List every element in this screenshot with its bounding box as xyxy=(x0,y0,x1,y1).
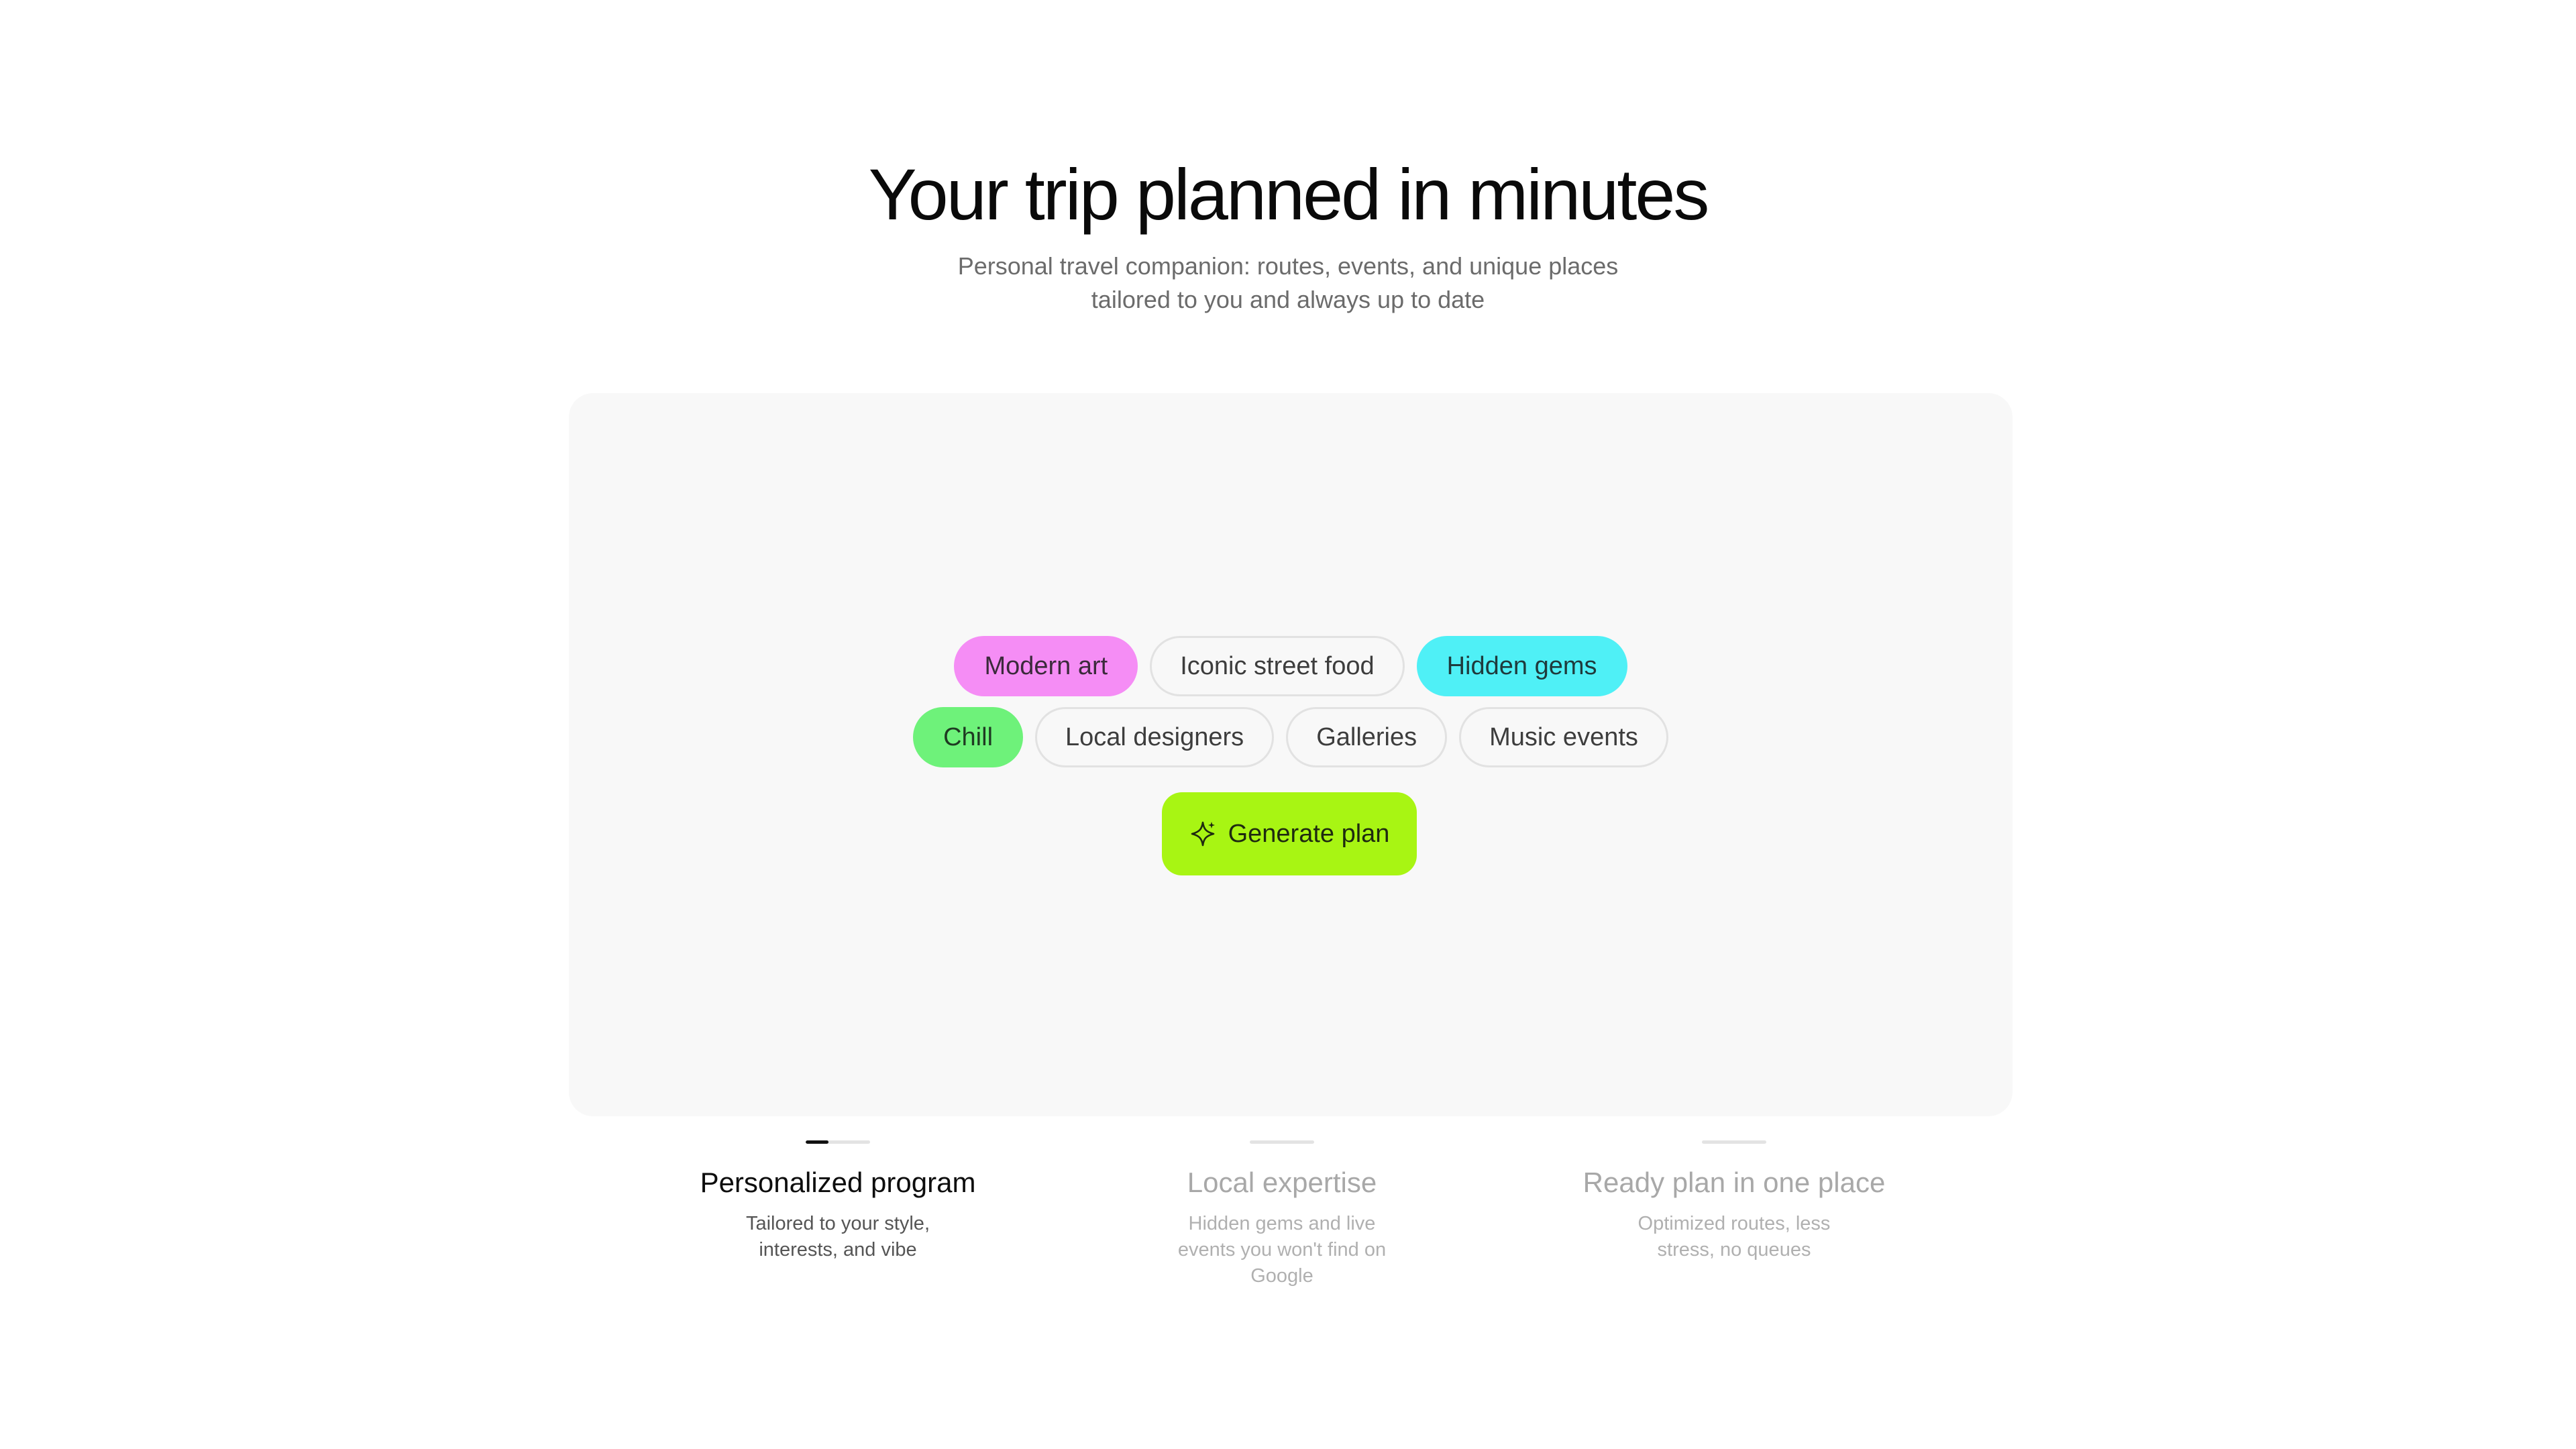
tag-local-designers[interactable]: Local designers xyxy=(1035,707,1275,767)
feature-title: Ready plan in one place xyxy=(1582,1167,1886,1198)
feature-carousel: Personalized program Tailored to your st… xyxy=(0,1140,2576,1315)
tag-iconic-street-food[interactable]: Iconic street food xyxy=(1150,636,1405,696)
feature-progress-bar xyxy=(1250,1140,1314,1144)
generate-plan-label: Generate plan xyxy=(1228,819,1390,848)
feature-progress-fill xyxy=(806,1140,828,1144)
feature-description: Tailored to your style, interests, and v… xyxy=(745,1213,930,1260)
interest-picker-panel: Modern art Iconic street food Hidden gem… xyxy=(569,393,2012,1116)
feature-title: Local expertise xyxy=(1187,1167,1377,1198)
feature-progress-bar xyxy=(806,1140,870,1144)
tag-galleries[interactable]: Galleries xyxy=(1286,707,1448,767)
feature-description: Hidden gems and live events you won't fi… xyxy=(1177,1213,1387,1287)
sparkle-icon xyxy=(1189,820,1216,847)
feature-personalized-program[interactable]: Personalized program Tailored to your st… xyxy=(650,1140,1026,1263)
tag-row-2: Chill Local designers Galleries Music ev… xyxy=(569,707,2012,767)
feature-progress-bar xyxy=(1702,1140,1766,1144)
tag-music-events[interactable]: Music events xyxy=(1459,707,1668,767)
page-title: Your trip planned in minutes xyxy=(868,154,1710,235)
feature-ready-plan[interactable]: Ready plan in one place Optimized routes… xyxy=(1546,1140,1922,1263)
tag-hidden-gems[interactable]: Hidden gems xyxy=(1416,636,1627,696)
feature-local-expertise[interactable]: Local expertise Hidden gems and live eve… xyxy=(1094,1140,1470,1289)
feature-title: Personalized program xyxy=(700,1167,976,1198)
tag-modern-art[interactable]: Modern art xyxy=(954,636,1138,696)
tag-chill[interactable]: Chill xyxy=(913,707,1024,767)
landing-page: Your trip planned in minutes Personal tr… xyxy=(0,0,2576,1449)
page-subtitle: Personal travel companion: routes, event… xyxy=(957,252,1619,313)
generate-plan-button[interactable]: Generate plan xyxy=(1162,792,1417,875)
tag-row-1: Modern art Iconic street food Hidden gem… xyxy=(569,636,2012,696)
feature-description: Optimized routes, less stress, no queues xyxy=(1638,1213,1831,1260)
